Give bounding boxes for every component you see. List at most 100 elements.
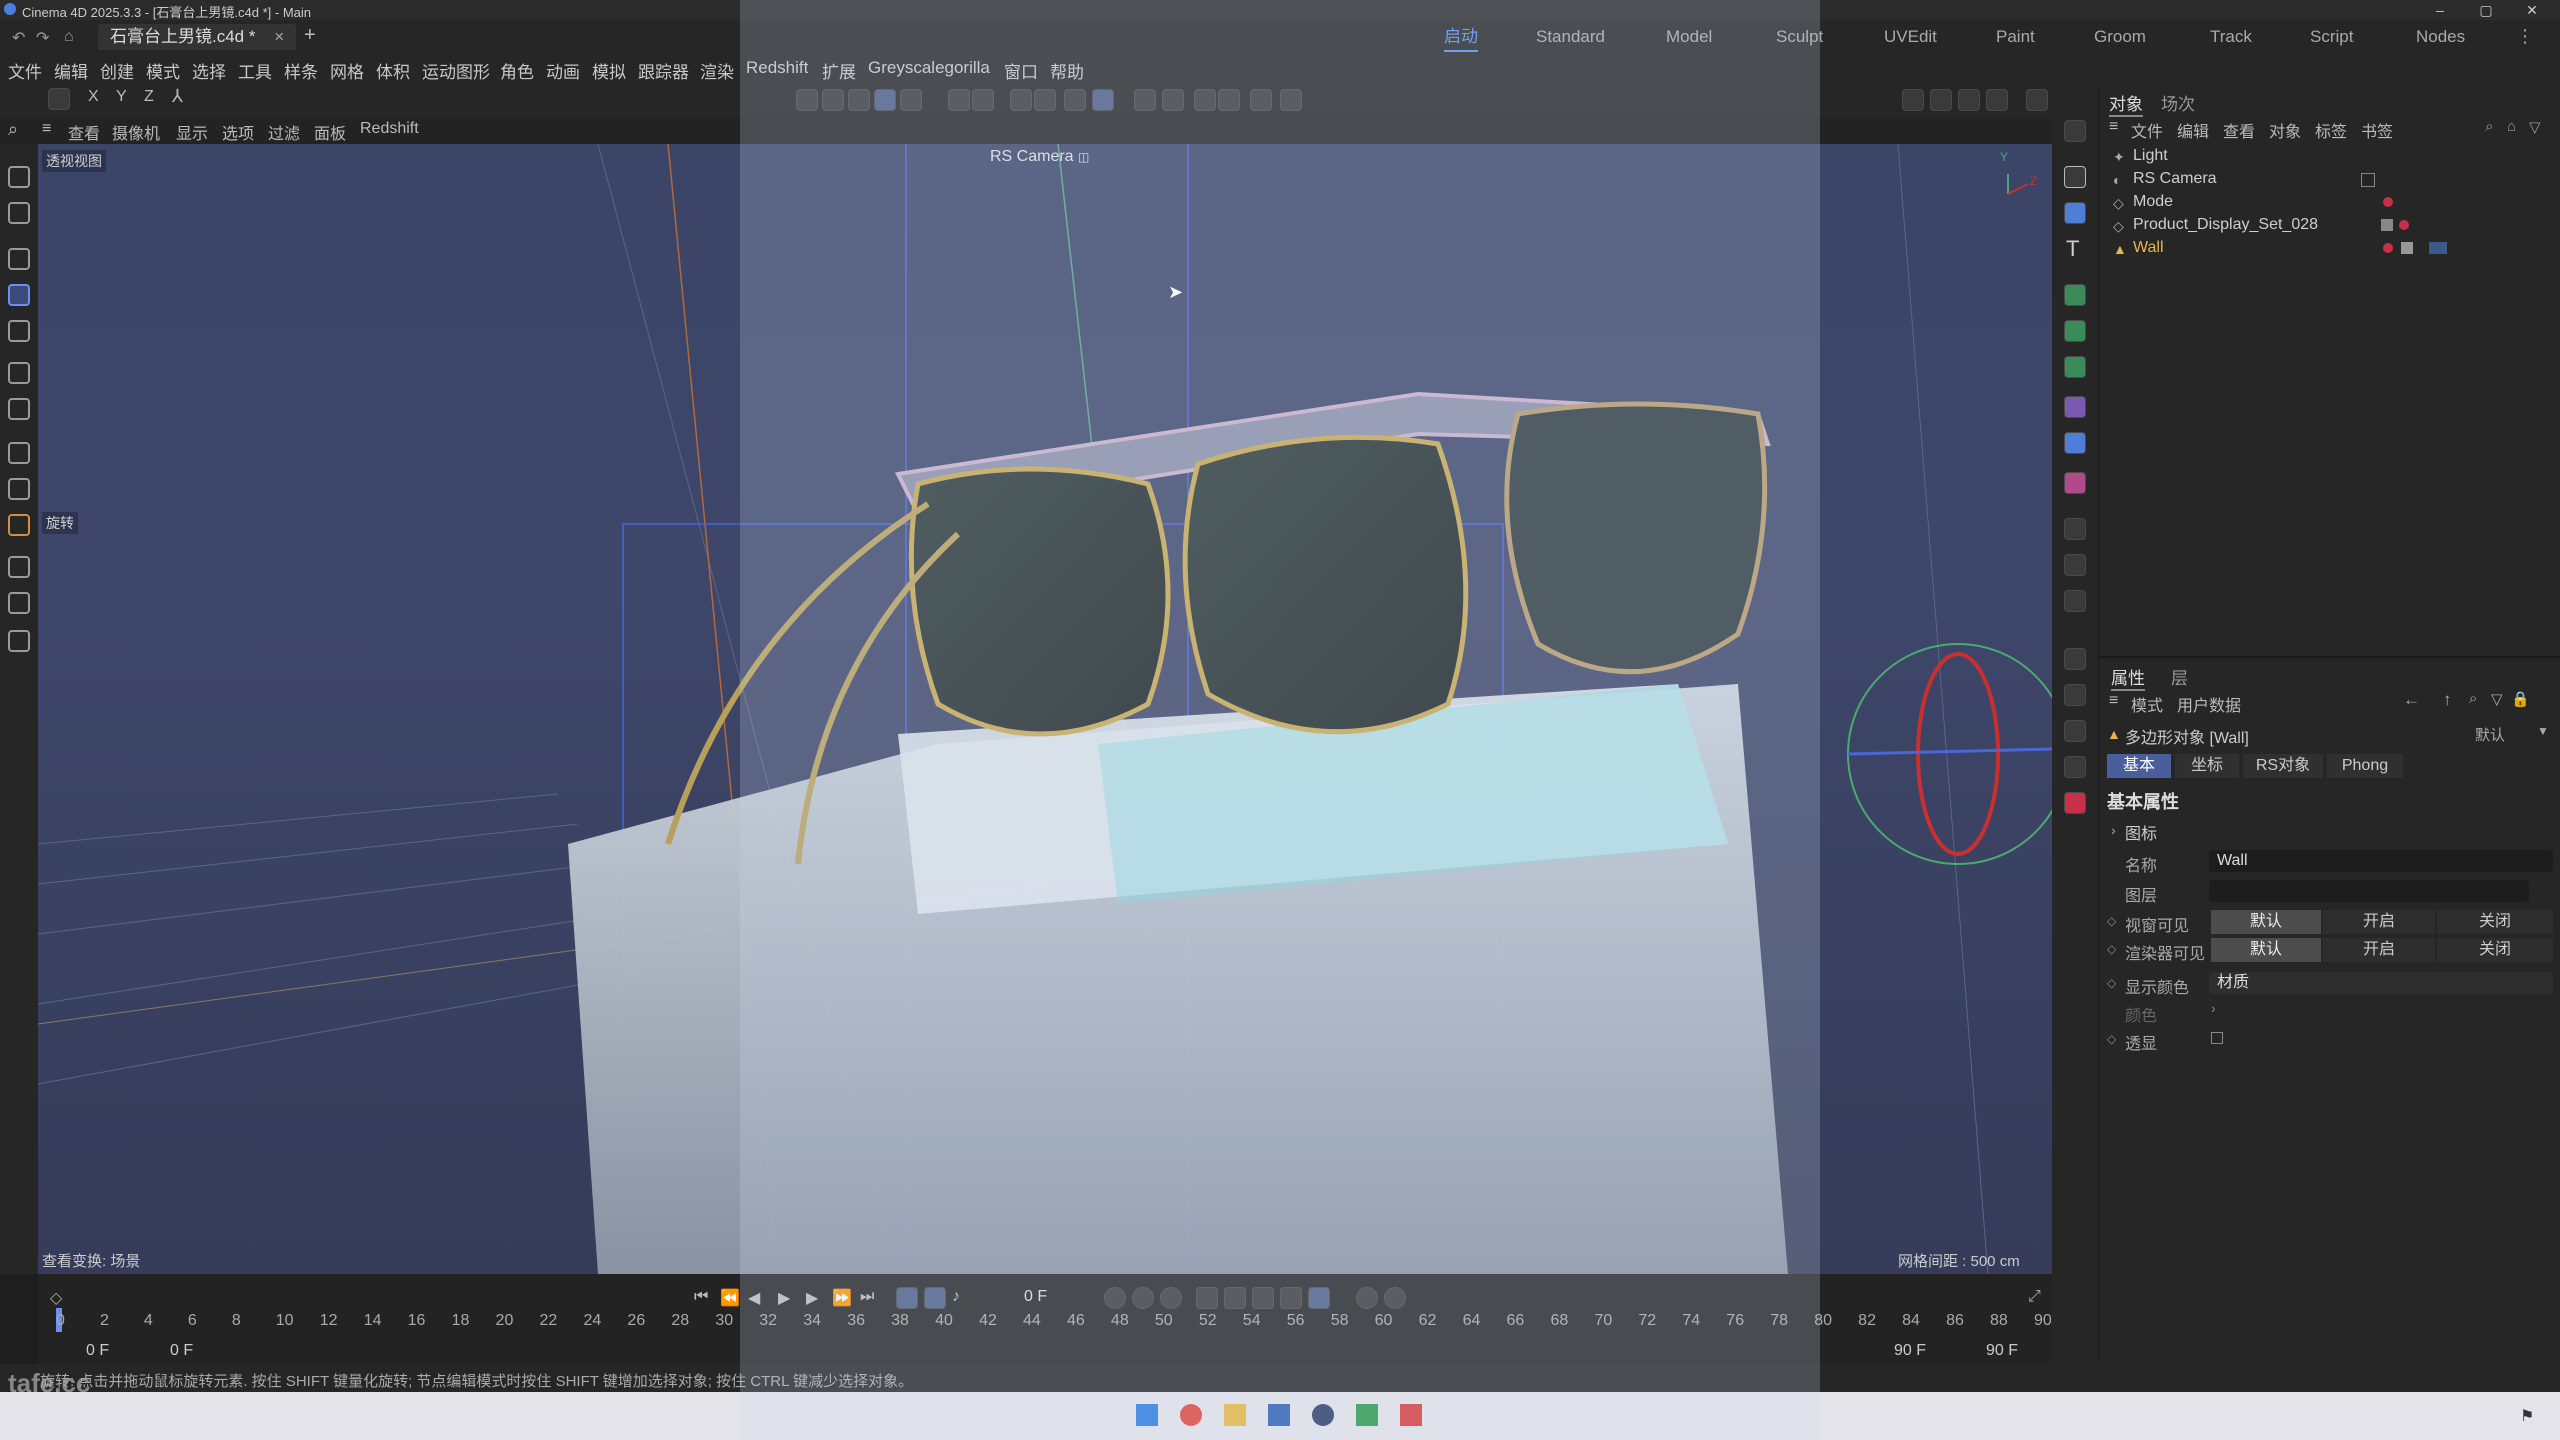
- play-render-icon[interactable]: [2064, 756, 2086, 778]
- expand-arrow-icon[interactable]: ›: [2111, 822, 2116, 838]
- effector-icon[interactable]: [2064, 356, 2086, 378]
- preview-range-icon[interactable]: [924, 1287, 946, 1309]
- render-vis-on[interactable]: 开启: [2323, 938, 2435, 962]
- save-icon[interactable]: [48, 88, 70, 110]
- back-arrow-icon[interactable]: ←: [2403, 690, 2420, 710]
- texture-tag-icon[interactable]: [2381, 219, 2393, 231]
- layout-tab-groom[interactable]: Groom: [2094, 24, 2146, 50]
- tab-attributes[interactable]: 属性: [2111, 664, 2145, 691]
- grid-snap-icon[interactable]: [1092, 89, 1114, 111]
- motion-record-icon[interactable]: [1356, 1287, 1378, 1309]
- menu-edit[interactable]: 编辑: [54, 58, 88, 83]
- texture-preview-icon[interactable]: [2429, 242, 2447, 254]
- subtab-coordinates[interactable]: 坐标: [2175, 754, 2239, 778]
- om-menu-file[interactable]: 文件: [2131, 118, 2163, 142]
- symmetry-icon[interactable]: [1194, 89, 1216, 111]
- om-search-icon[interactable]: ⌕: [2485, 118, 2493, 135]
- am-hamburger-icon[interactable]: ≡: [2109, 692, 2118, 710]
- om-menu-object[interactable]: 对象: [2269, 118, 2301, 142]
- pla-key-icon[interactable]: [1308, 1287, 1330, 1309]
- rotation-gizmo[interactable]: [1847, 643, 2052, 865]
- menu-select[interactable]: 选择: [192, 58, 226, 83]
- menu-extensions[interactable]: 扩展: [822, 58, 856, 83]
- om-hamburger-icon[interactable]: ≡: [2109, 118, 2118, 136]
- null-object-icon[interactable]: [2064, 166, 2086, 188]
- layout-tab-track[interactable]: Track: [2210, 24, 2252, 50]
- y-axis-toggle[interactable]: Y: [116, 88, 127, 106]
- om-menu-edit[interactable]: 编辑: [2177, 118, 2209, 142]
- redo-icon[interactable]: ↷: [36, 28, 49, 48]
- subtab-basic[interactable]: 基本: [2107, 754, 2171, 778]
- autokey-icon[interactable]: [1132, 1287, 1154, 1309]
- menu-mode[interactable]: 模式: [146, 58, 180, 83]
- render-view-icon[interactable]: [1958, 89, 1980, 111]
- edges-mode-icon[interactable]: [848, 89, 870, 111]
- spline-pen-icon[interactable]: [8, 442, 30, 464]
- field-icon[interactable]: [2064, 432, 2086, 454]
- document-tab[interactable]: 石膏台上男镜.c4d * ×: [98, 24, 297, 50]
- display-color-dropdown[interactable]: 材质: [2209, 972, 2553, 994]
- object-row-rs-camera[interactable]: ◐ RS Camera: [2099, 169, 2560, 191]
- menu-render[interactable]: 渲染: [700, 58, 734, 83]
- prev-key-icon[interactable]: ⏪: [720, 1288, 740, 1308]
- menu-create[interactable]: 创建: [100, 58, 134, 83]
- mograph-cloner-icon[interactable]: [2064, 320, 2086, 342]
- layout-tab-paint[interactable]: Paint: [1996, 24, 2035, 50]
- workplane-icon[interactable]: [1134, 89, 1156, 111]
- knife-icon[interactable]: [8, 592, 30, 614]
- axis-settings-icon[interactable]: [972, 89, 994, 111]
- axis-tool-icon[interactable]: [8, 398, 30, 420]
- menu-mograph[interactable]: 运动图形: [422, 58, 490, 83]
- uvw-tag-icon[interactable]: [2401, 242, 2413, 254]
- x-axis-toggle[interactable]: X: [88, 88, 99, 106]
- undo-icon[interactable]: ↶: [12, 28, 25, 48]
- windows-start-icon[interactable]: [1136, 1404, 1158, 1426]
- om-filter-icon[interactable]: ▽: [2529, 118, 2541, 136]
- am-menu-user-data[interactable]: 用户数据: [2177, 692, 2241, 716]
- min-frame-field[interactable]: 0 F: [86, 1342, 109, 1360]
- magnet-icon[interactable]: [1010, 89, 1032, 111]
- menu-window[interactable]: 窗口: [1004, 58, 1038, 83]
- subtab-rs-object[interactable]: RS对象: [2243, 754, 2323, 778]
- up-arrow-icon[interactable]: ↑: [2443, 690, 2452, 710]
- scale-tool-icon[interactable]: [8, 320, 30, 342]
- sound-icon[interactable]: ♪: [952, 1288, 960, 1306]
- magnet-tool-icon[interactable]: [8, 630, 30, 652]
- param-key-icon[interactable]: [1280, 1287, 1302, 1309]
- close-window-button[interactable]: ✕: [2512, 0, 2552, 20]
- next-frame-icon[interactable]: ▶: [806, 1288, 818, 1308]
- prev-frame-icon[interactable]: ◀: [748, 1288, 760, 1308]
- paint-tool-icon[interactable]: [8, 514, 30, 536]
- render-region-icon[interactable]: [1930, 89, 1952, 111]
- light-object-icon[interactable]: [2064, 590, 2086, 612]
- redshift-icon[interactable]: [2064, 792, 2086, 814]
- keyframe-selection-icon[interactable]: [1160, 1287, 1182, 1309]
- layout-switch-icon[interactable]: [2064, 120, 2086, 142]
- go-to-end-icon[interactable]: ⏭: [860, 1288, 874, 1306]
- workplane-settings-icon[interactable]: [1162, 89, 1184, 111]
- layout-tab-startup[interactable]: 启动: [1444, 24, 1478, 52]
- layout-tab-model[interactable]: Model: [1666, 24, 1712, 50]
- render-vis-off[interactable]: 关闭: [2437, 938, 2553, 962]
- layout-tab-sculpt[interactable]: Sculpt: [1776, 24, 1823, 50]
- keyframe-dot-icon[interactable]: ◇: [2107, 976, 2116, 990]
- tab-takes[interactable]: 场次: [2161, 90, 2195, 115]
- menu-tools[interactable]: 工具: [238, 58, 272, 83]
- transform-tool-icon[interactable]: [8, 362, 30, 384]
- move-tool-icon[interactable]: [8, 248, 30, 270]
- scale-key-icon[interactable]: [1252, 1287, 1274, 1309]
- z-axis-toggle[interactable]: Z: [144, 88, 154, 106]
- viewport-menu-filter[interactable]: 过滤: [268, 120, 300, 144]
- live-select-icon[interactable]: [8, 202, 30, 224]
- layer-field[interactable]: [2209, 880, 2529, 902]
- object-row-mode[interactable]: ◇ Mode: [2099, 192, 2560, 214]
- menu-animate[interactable]: 动画: [546, 58, 580, 83]
- home-icon[interactable]: ⌂: [64, 28, 74, 46]
- color-expand-icon[interactable]: ›: [2211, 1000, 2216, 1016]
- camera-label[interactable]: RS Camera ◫: [990, 148, 1089, 166]
- file-explorer-icon[interactable]: [1224, 1404, 1246, 1426]
- generator-icon[interactable]: [2064, 284, 2086, 306]
- search-icon[interactable]: ⌕: [8, 119, 18, 140]
- am-menu-mode[interactable]: 模式: [2131, 692, 2163, 716]
- rotation-key-icon[interactable]: [1224, 1287, 1246, 1309]
